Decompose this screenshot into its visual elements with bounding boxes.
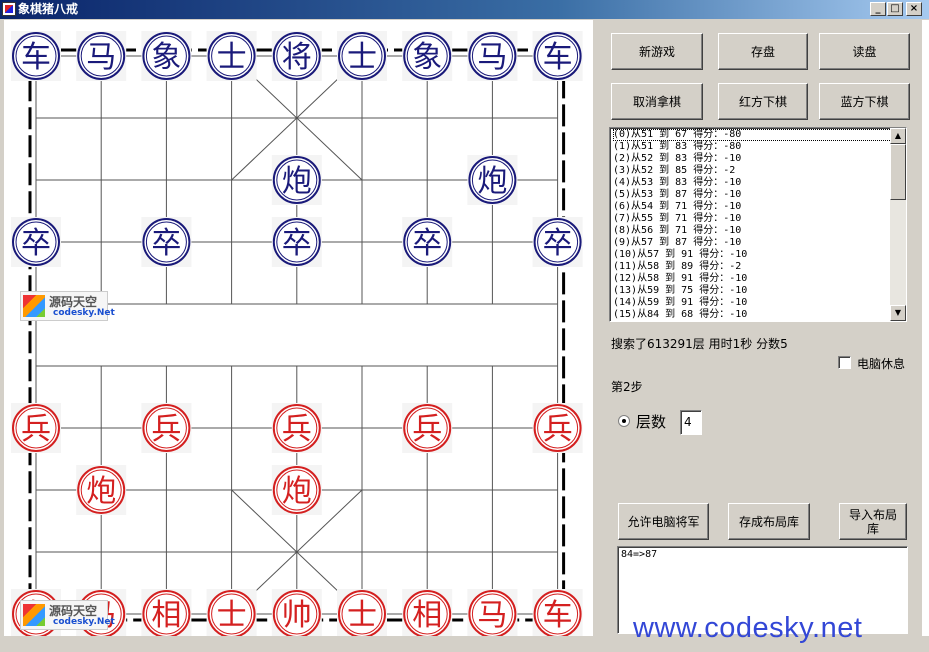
board-grid: 车马象士将士象马车炮炮卒卒卒卒卒兵兵兵兵兵炮炮车马相士帅士相马车 <box>11 31 583 636</box>
piece-blue: 卒 <box>151 226 181 261</box>
piece-blue: 马 <box>477 40 507 75</box>
computer-rest-label[interactable]: 电脑休息 <box>857 355 905 372</box>
move-list-item[interactable]: (12)从58 到 91 得分：-10 <box>613 273 906 285</box>
piece-red: 兵 <box>21 412 51 447</box>
blue-move-button[interactable]: 蓝方下棋 <box>819 83 910 120</box>
import-opening-button[interactable]: 导入布局库 <box>839 503 907 540</box>
close-button[interactable]: × <box>906 2 922 16</box>
piece-red: 士 <box>217 598 247 633</box>
save-button[interactable]: 存盘 <box>718 33 808 70</box>
piece-red: 相 <box>412 598 442 633</box>
piece-red: 兵 <box>151 412 181 447</box>
piece-blue: 将 <box>282 40 312 75</box>
piece-blue: 士 <box>347 40 377 75</box>
move-list-item[interactable]: (14)从59 到 91 得分：-10 <box>613 297 906 309</box>
piece-red: 炮 <box>86 474 116 509</box>
right-edge <box>922 20 929 636</box>
app-icon[interactable] <box>2 2 16 16</box>
move-list-items: (0)从51 到 67 得分：-80 (1)从51 到 83 得分：-80 (2)从… <box>610 128 906 321</box>
move-list-item[interactable]: (2)从52 到 83 得分：-10 <box>613 153 906 165</box>
piece-red: 相 <box>151 598 181 633</box>
piece-red: 车 <box>543 598 573 633</box>
piece-blue: 卒 <box>21 226 51 261</box>
move-list-item[interactable]: (1)从51 到 83 得分：-80 <box>613 141 906 153</box>
load-button[interactable]: 读盘 <box>819 33 910 70</box>
move-list-item[interactable]: (4)从53 到 83 得分：-10 <box>613 177 906 189</box>
piece-red: 士 <box>347 598 377 633</box>
move-list-item[interactable]: (11)从58 到 89 得分：-2 <box>613 261 906 273</box>
piece-blue: 卒 <box>543 226 573 261</box>
logo-text-en: codesky.Net <box>53 308 115 318</box>
codesky-logo-bottom: 源码天空 codesky.Net <box>20 600 115 630</box>
piece-blue: 象 <box>151 40 181 75</box>
piece-blue: 马 <box>86 40 116 75</box>
piece-red: 兵 <box>543 412 573 447</box>
piece-blue: 车 <box>21 40 51 75</box>
piece-red: 兵 <box>282 412 312 447</box>
minimize-button[interactable]: _ <box>870 2 886 16</box>
move-list-item[interactable]: (6)从54 到 71 得分：-10 <box>613 201 906 213</box>
depth-radio[interactable] <box>618 415 630 427</box>
scroll-down-icon[interactable]: ▼ <box>890 305 906 321</box>
move-list-item[interactable]: (13)从59 到 75 得分：-10 <box>613 285 906 297</box>
codesky-logo: 源码天空 codesky.Net <box>20 291 115 321</box>
logo-mark-icon <box>23 604 45 626</box>
logo-text-en: codesky.Net <box>53 617 115 627</box>
piece-red: 帅 <box>282 598 312 633</box>
piece-blue: 卒 <box>412 226 442 261</box>
window-title: 象棋猪八戒 <box>18 2 79 16</box>
title-bar: 象棋猪八戒 <box>0 0 929 19</box>
scroll-thumb[interactable] <box>890 144 906 200</box>
allow-check-button[interactable]: 允许电脑将军 <box>618 503 709 540</box>
computer-rest-checkbox[interactable] <box>838 356 851 369</box>
maximize-button[interactable]: □ <box>887 2 903 16</box>
piece-blue: 炮 <box>477 164 507 199</box>
move-list-item[interactable]: (10)从57 到 91 得分：-10 <box>613 249 906 261</box>
undo-button[interactable]: 取消拿棋 <box>611 83 703 120</box>
logo-mark-icon <box>23 295 45 317</box>
depth-input[interactable]: 4 <box>680 410 702 435</box>
piece-blue: 士 <box>217 40 247 75</box>
red-move-button[interactable]: 红方下棋 <box>718 83 808 120</box>
move-list-scrollbar[interactable]: ▲ ▼ <box>890 128 906 321</box>
search-info: 搜索了613291层 用时1秒 分数5 <box>611 337 788 351</box>
piece-red: 兵 <box>412 412 442 447</box>
piece-blue: 车 <box>543 40 573 75</box>
move-list-item[interactable]: (0)从51 到 67 得分：-80 <box>613 129 906 141</box>
move-list-item[interactable]: (3)从52 到 85 得分：-2 <box>613 165 906 177</box>
piece-blue: 象 <box>412 40 442 75</box>
move-list-item[interactable]: (9)从57 到 87 得分：-10 <box>613 237 906 249</box>
watermark: www.codesky.net <box>633 612 863 644</box>
move-list[interactable]: (0)从51 到 67 得分：-80 (1)从51 到 83 得分：-80 (2)从… <box>609 127 907 322</box>
move-list-item[interactable]: (15)从84 到 68 得分：-10 <box>613 309 906 321</box>
step-label: 第2步 <box>611 380 643 394</box>
move-list-item[interactable]: (5)从53 到 87 得分：-10 <box>613 189 906 201</box>
move-list-item[interactable]: (7)从55 到 71 得分：-10 <box>613 213 906 225</box>
save-opening-button[interactable]: 存成布局库 <box>728 503 810 540</box>
new-game-button[interactable]: 新游戏 <box>611 33 703 70</box>
depth-label[interactable]: 层数 <box>636 411 666 432</box>
piece-red: 炮 <box>282 474 312 509</box>
scroll-up-icon[interactable]: ▲ <box>890 128 906 144</box>
piece-blue: 卒 <box>282 226 312 261</box>
piece-red: 马 <box>477 598 507 633</box>
piece-blue: 炮 <box>282 164 312 199</box>
chess-board[interactable]: 车马象士将士象马车炮炮卒卒卒卒卒兵兵兵兵兵炮炮车马相士帅士相马车 源码天空 co… <box>4 20 593 636</box>
move-list-item[interactable]: (8)从56 到 71 得分：-10 <box>613 225 906 237</box>
